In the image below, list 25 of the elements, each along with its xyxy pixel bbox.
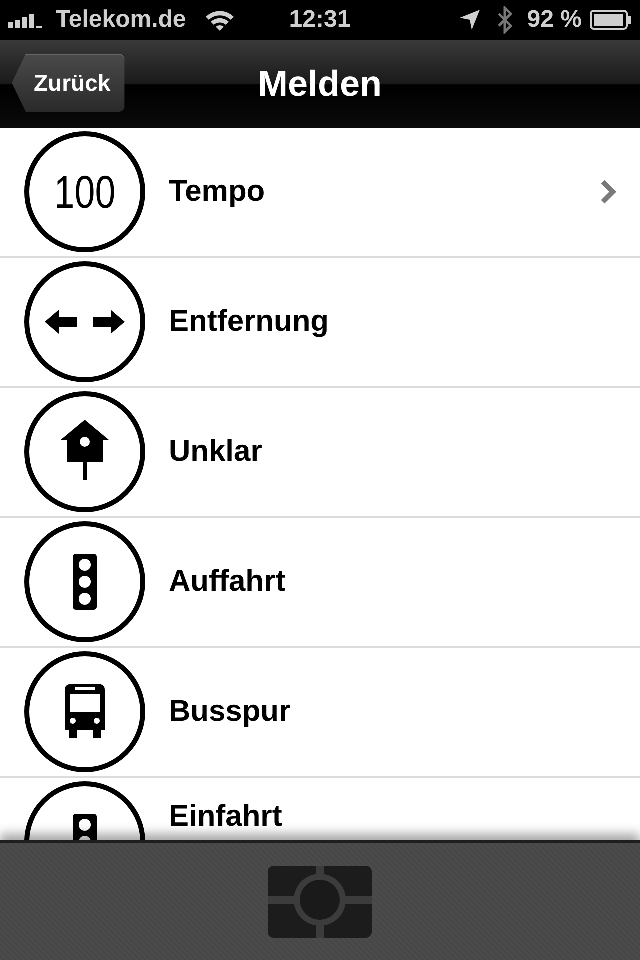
report-list-item[interactable]: Busspur	[0, 648, 640, 778]
traffic-light-sign-icon	[23, 520, 147, 644]
battery-percent: 92 %	[527, 6, 582, 34]
report-list-item[interactable]: Entfernung	[0, 258, 640, 388]
bus-sign-icon	[23, 650, 147, 774]
item-label: Einfahrt	[169, 800, 284, 834]
bluetooth-icon	[497, 6, 514, 34]
item-label: Tempo	[169, 175, 266, 209]
battery-icon	[590, 10, 632, 30]
item-label: Auffahrt	[169, 565, 287, 599]
screen-title: Melden	[258, 63, 382, 105]
double-arrow-sign-icon	[23, 260, 147, 384]
report-list-item[interactable]: 100 Tempo	[0, 128, 640, 258]
camera-button[interactable]	[268, 866, 372, 938]
speed-limit-sign: 100	[23, 130, 147, 254]
clock-time: 12:31	[289, 6, 351, 34]
report-list-item[interactable]: Auffahrt	[0, 518, 640, 648]
item-label: Unklar	[169, 435, 264, 469]
carrier-name: Telekom.de	[56, 6, 186, 34]
item-label: Busspur	[169, 695, 292, 729]
birdhouse-sign-icon	[23, 390, 147, 514]
location-arrow-icon	[459, 9, 482, 31]
back-button[interactable]: Zurück	[12, 54, 125, 112]
report-list-item[interactable]: Unklar	[0, 388, 640, 518]
item-label: Entfernung	[169, 305, 330, 339]
